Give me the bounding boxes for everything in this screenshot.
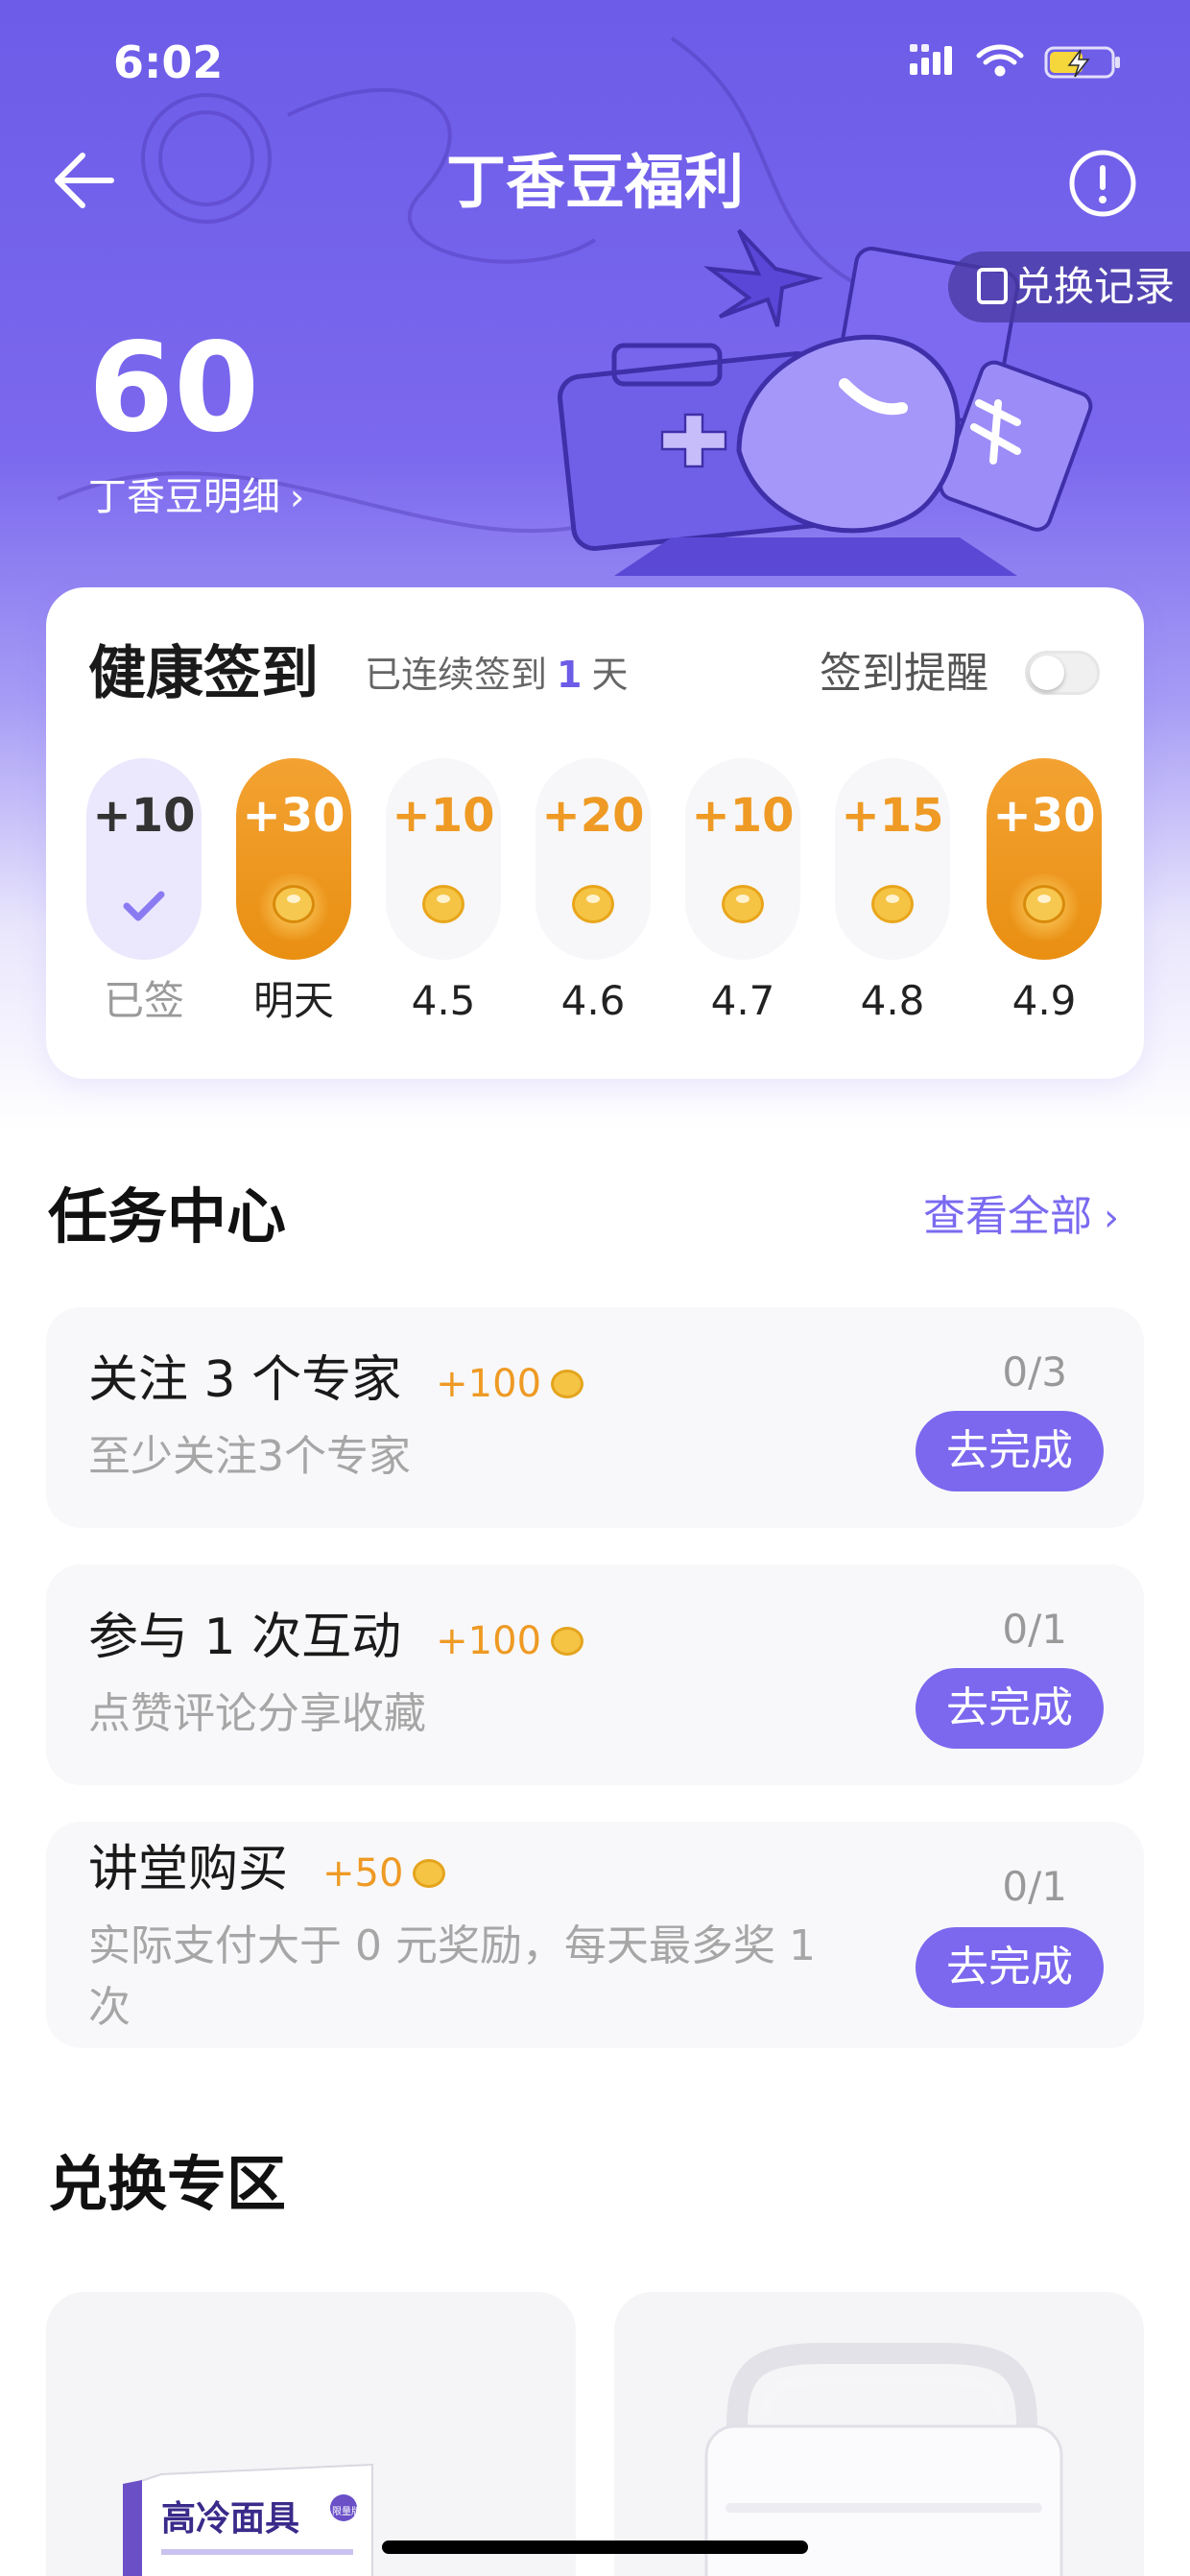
task-title: 参与 1 次互动 <box>88 1609 402 1666</box>
task-description-line: 次 <box>88 1983 131 2032</box>
task-card: 参与 1 次互动 +100 点赞评论分享收藏 0/1 去完成 <box>46 1564 1144 1785</box>
day-label: 明天 <box>252 977 334 1024</box>
bean-icon <box>871 885 914 923</box>
day-label: 4.6 <box>560 977 626 1024</box>
bean-icon <box>551 1627 584 1656</box>
day-points: +20 <box>541 789 645 843</box>
receipt-icon <box>977 268 1008 304</box>
day-points: +10 <box>392 789 495 843</box>
points-detail-label: 丁香豆明细 <box>88 475 280 519</box>
day-label: 已签 <box>103 977 184 1024</box>
checkin-day-1: +10 已签 <box>86 758 202 1024</box>
checkin-title: 健康签到 <box>88 640 319 707</box>
streak-suffix: 天 <box>591 654 629 696</box>
task-center-title: 任务中心 <box>48 1181 287 1252</box>
chevron-right-icon: › <box>290 476 305 518</box>
product-card[interactable] <box>614 2292 1144 2576</box>
exchange-zone-title: 兑换专区 <box>48 2149 287 2219</box>
task-title-row: 讲堂购买 +50 <box>88 1839 446 1904</box>
status-bar: 6:02 <box>0 0 1190 129</box>
day-points: +30 <box>242 789 345 843</box>
bean-icon <box>1023 885 1065 923</box>
bean-icon <box>572 885 614 923</box>
day-label: 4.7 <box>710 977 775 1024</box>
task-description: 实际支付大于 0 元奖励，每天最多奖 1 次 <box>88 1916 816 2039</box>
cellular-signal-icon <box>910 44 952 75</box>
streak-days: 1 <box>557 654 583 696</box>
exchange-records-button[interactable]: 兑换记录 <box>948 251 1190 322</box>
checkin-day-3: +10 4.5 <box>386 758 501 1024</box>
task-title-row: 参与 1 次互动 +100 <box>88 1607 584 1672</box>
task-reward-value: +100 <box>436 1619 542 1663</box>
bean-icon <box>551 1370 584 1398</box>
checkin-card: 健康签到 已连续签到 1 天 签到提醒 +10 已签 +30 明天 +10 4.5 … <box>46 587 1144 1079</box>
task-description-line: 实际支付大于 0 元奖励，每天最多奖 1 <box>88 1921 816 1970</box>
task-reward: +100 <box>436 1619 584 1663</box>
task-progress: 0/3 <box>1002 1348 1067 1395</box>
checkmark-icon <box>123 891 165 921</box>
task-title: 讲堂购买 <box>88 1841 289 1898</box>
day-label: 4.9 <box>1012 977 1077 1024</box>
task-card: 讲堂购买 +50 实际支付大于 0 元奖励，每天最多奖 1 次 0/1 去完成 <box>46 1822 1144 2048</box>
page-title: 丁香豆福利 <box>445 147 744 217</box>
day-points: +15 <box>841 789 944 843</box>
streak-text: 已连续签到 1 天 <box>365 651 628 699</box>
task-card: 关注 3 个专家 +100 至少关注3个专家 0/3 去完成 <box>46 1307 1144 1528</box>
task-reward-value: +50 <box>322 1851 404 1896</box>
day-points: +10 <box>691 789 795 843</box>
go-complete-button[interactable]: 去完成 <box>916 1411 1104 1491</box>
task-reward: +100 <box>436 1362 584 1406</box>
task-progress: 0/1 <box>1002 1863 1067 1910</box>
bean-icon <box>413 1859 446 1888</box>
checkin-day-7: +30 4.9 <box>987 758 1102 1024</box>
points-detail-link[interactable]: 丁香豆明细 › <box>88 470 304 524</box>
checkin-day-6: +15 4.8 <box>835 758 950 1024</box>
task-title: 关注 3 个专家 <box>88 1351 402 1409</box>
day-points: +10 <box>92 789 196 843</box>
streak-prefix: 已连续签到 <box>365 654 548 696</box>
status-time: 6:02 <box>113 36 224 88</box>
bean-icon <box>422 885 464 923</box>
task-description: 点赞评论分享收藏 <box>88 1689 426 1738</box>
task-title-row: 关注 3 个专家 +100 <box>88 1349 584 1415</box>
wifi-icon <box>976 44 1024 77</box>
battery-icon <box>1044 46 1120 79</box>
checkin-day-2: +30 明天 <box>236 758 351 1024</box>
mask-box-image: 高冷面具 限量版 <box>123 2463 373 2576</box>
day-points: +30 <box>992 789 1096 843</box>
task-description: 至少关注3个专家 <box>88 1432 411 1481</box>
task-progress: 0/1 <box>1002 1606 1067 1653</box>
points-balance: 60 <box>88 317 260 460</box>
product-name: 高冷面具 <box>161 2499 299 2539</box>
go-complete-button[interactable]: 去完成 <box>916 1927 1104 2008</box>
day-label: 4.8 <box>860 977 925 1024</box>
view-all-label: 查看全部 <box>923 1192 1092 1241</box>
day-label: 4.5 <box>411 977 476 1024</box>
exchange-records-label: 兑换记录 <box>1013 263 1176 310</box>
chevron-right-icon: › <box>1104 1196 1119 1240</box>
product-card[interactable]: 高冷面具 限量版 <box>46 2292 576 2576</box>
reminder-toggle[interactable] <box>1025 651 1100 695</box>
reminder-label: 签到提醒 <box>820 649 988 698</box>
checkin-day-4: +20 4.6 <box>536 758 651 1024</box>
info-icon[interactable] <box>1067 148 1138 219</box>
product-tag: 限量版 <box>332 2505 361 2517</box>
status-icons <box>910 44 1120 79</box>
toggle-knob <box>1030 656 1064 690</box>
bean-icon <box>273 885 315 923</box>
task-reward-value: +100 <box>436 1362 542 1406</box>
task-reward: +50 <box>322 1851 446 1896</box>
home-indicator[interactable] <box>382 2540 808 2554</box>
go-complete-button[interactable]: 去完成 <box>916 1668 1104 1749</box>
checkin-day-5: +10 4.7 <box>685 758 800 1024</box>
bean-icon <box>722 885 764 923</box>
view-all-link[interactable]: 查看全部 › <box>923 1190 1119 1245</box>
kit-box-image <box>704 2343 1063 2576</box>
